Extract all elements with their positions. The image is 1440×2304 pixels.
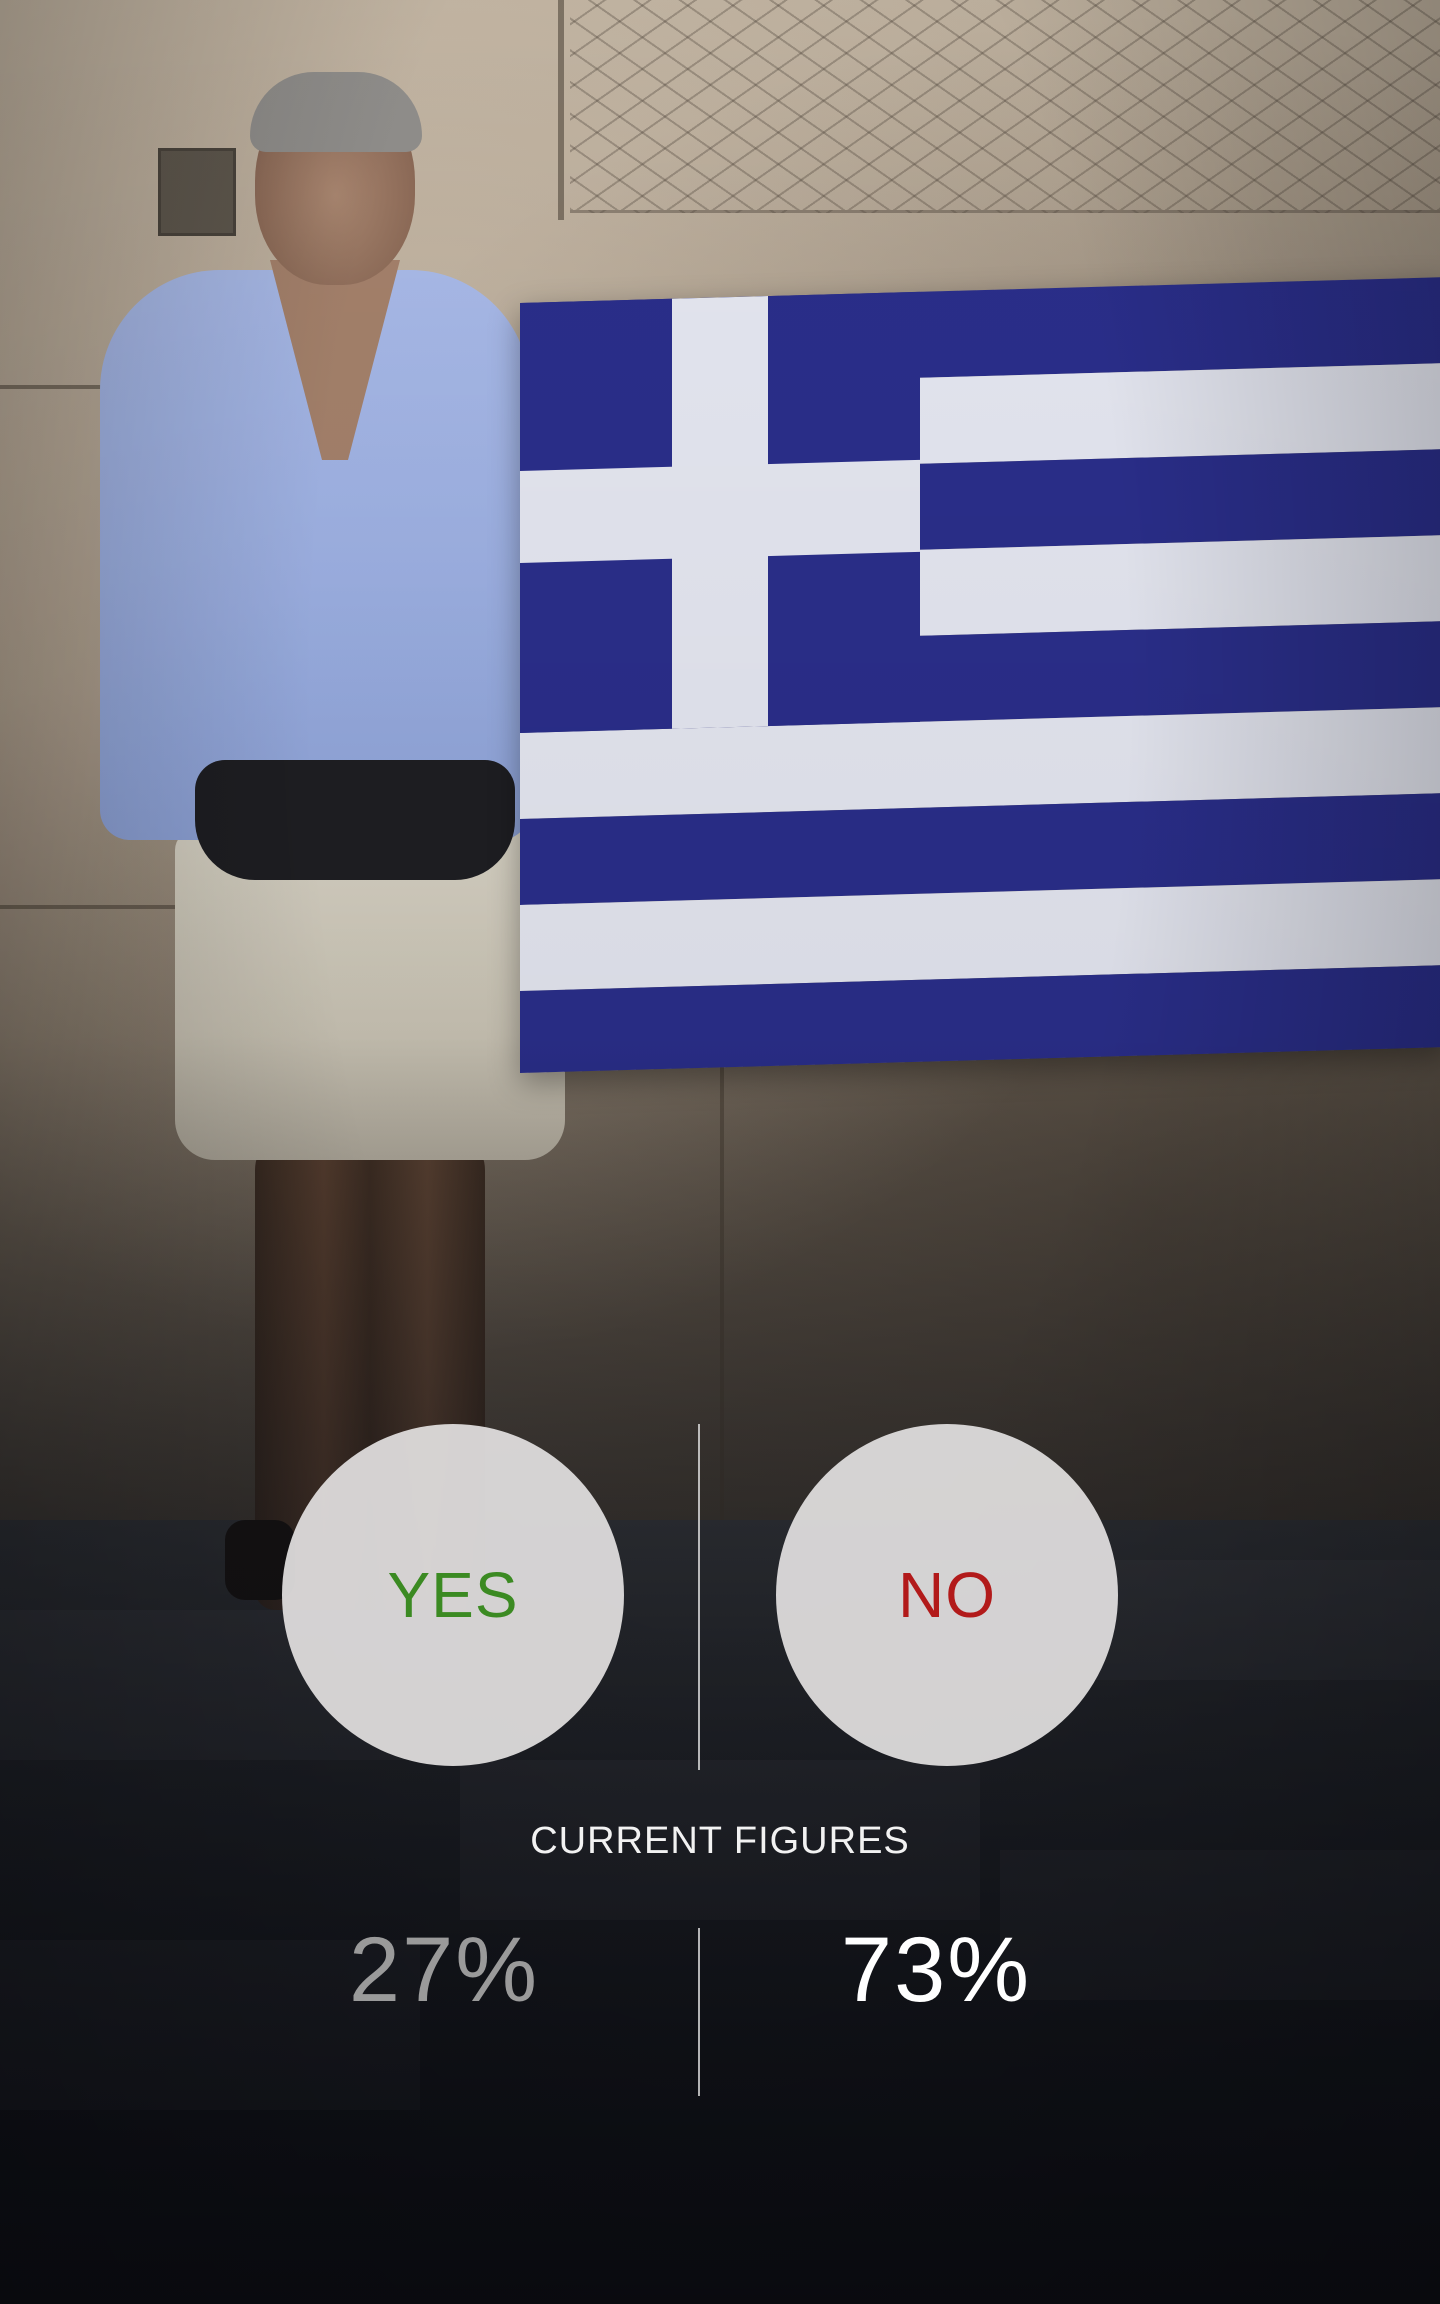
poll-screen: YES NO CURRENT FIGURES 27% 73%: [0, 0, 1440, 2304]
background-photo: [0, 0, 1440, 2304]
yes-percentage: 27%: [348, 1919, 540, 2021]
dark-overlay: [0, 0, 1440, 2304]
yes-label: YES: [387, 1559, 519, 1631]
no-label: NO: [898, 1559, 996, 1631]
no-vote-button[interactable]: NO: [776, 1424, 1118, 1766]
yes-vote-button[interactable]: YES: [282, 1424, 624, 1766]
vote-divider: [698, 1424, 700, 1770]
results-divider: [698, 1928, 700, 2096]
current-figures-caption: CURRENT FIGURES: [530, 1820, 910, 1862]
no-percentage: 73%: [840, 1919, 1032, 2021]
